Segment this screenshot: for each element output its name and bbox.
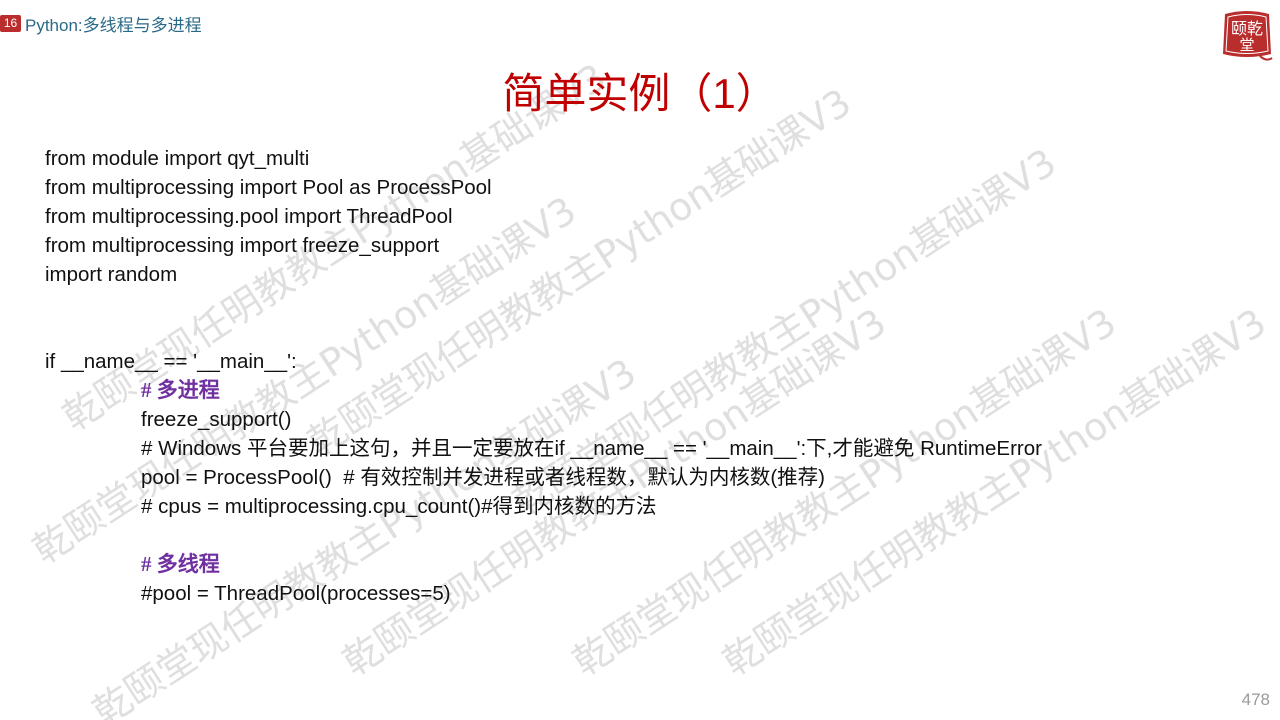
code-line: from multiprocessing import Pool as Proc… <box>45 176 492 199</box>
code-line: #pool = ThreadPool(processes=5) <box>141 582 451 605</box>
page-number: 478 <box>1241 690 1270 709</box>
slide: 乾颐堂现任明教教主Python基础课V3 乾颐堂现任明教教主Python基础课V… <box>0 0 1280 720</box>
breadcrumb: 16 Python:多线程与多进程 <box>0 12 202 35</box>
code-line: from multiprocessing.pool import ThreadP… <box>45 205 453 228</box>
code-line: from multiprocessing import freeze_suppo… <box>45 234 440 257</box>
code-line: freeze_support() <box>141 408 292 431</box>
logo-seal: 颐乾 堂 <box>1223 11 1273 61</box>
code-line: from module import qyt_multi <box>45 147 310 170</box>
logo-text-bottom: 堂 <box>1239 36 1254 54</box>
section-number: 16 <box>0 14 21 32</box>
code-block: from module import qyt_multi from multip… <box>45 144 1245 608</box>
code-line: if __name__ == '__main__': <box>45 350 297 373</box>
slide-title: 简单实例（1） <box>502 70 778 117</box>
comment-heading: # 多进程 <box>141 378 220 402</box>
code-line: import random <box>45 263 178 286</box>
code-line: # Windows 平台要加上这句，并且一定要放在if __name__ == … <box>141 437 1042 460</box>
code-line: pool = ProcessPool() # 有效控制并发进程或者线程数，默认为… <box>141 466 825 489</box>
section-title: Python:多线程与多进程 <box>25 15 202 35</box>
code-line: # cpus = multiprocessing.cpu_count()#得到内… <box>141 495 657 518</box>
comment-heading: # 多线程 <box>141 552 220 576</box>
